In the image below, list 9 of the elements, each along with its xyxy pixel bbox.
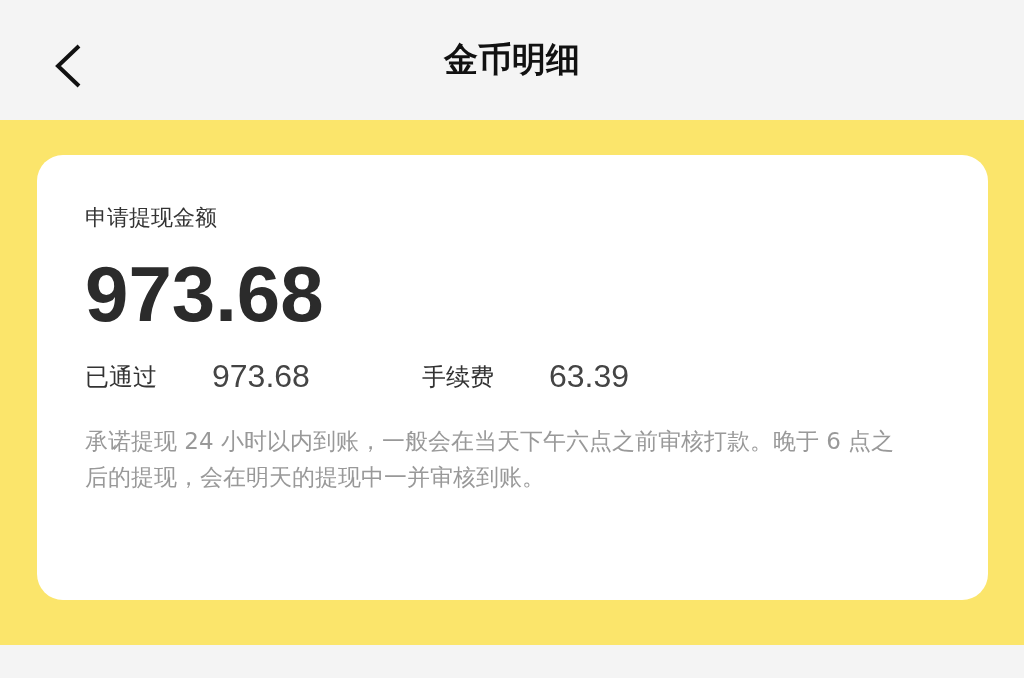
stat-value: 63.39 — [549, 358, 630, 395]
back-icon — [54, 43, 82, 89]
stat-value: 973.68 — [212, 358, 310, 395]
page-title: 金币明细 — [444, 38, 580, 81]
stat-label: 已通过 — [85, 361, 158, 393]
notice-text: 承诺提现 24 小时以内到账，一般会在当天下午六点之前审核打款。晚于 6 点之后的提现，会在明天的提现中一并审核到账。 — [85, 427, 895, 492]
amount-label: 申请提现金额 — [85, 204, 218, 232]
stat-label: 手续费 — [422, 361, 495, 393]
withdrawal-amount: 973.68 — [85, 249, 325, 340]
